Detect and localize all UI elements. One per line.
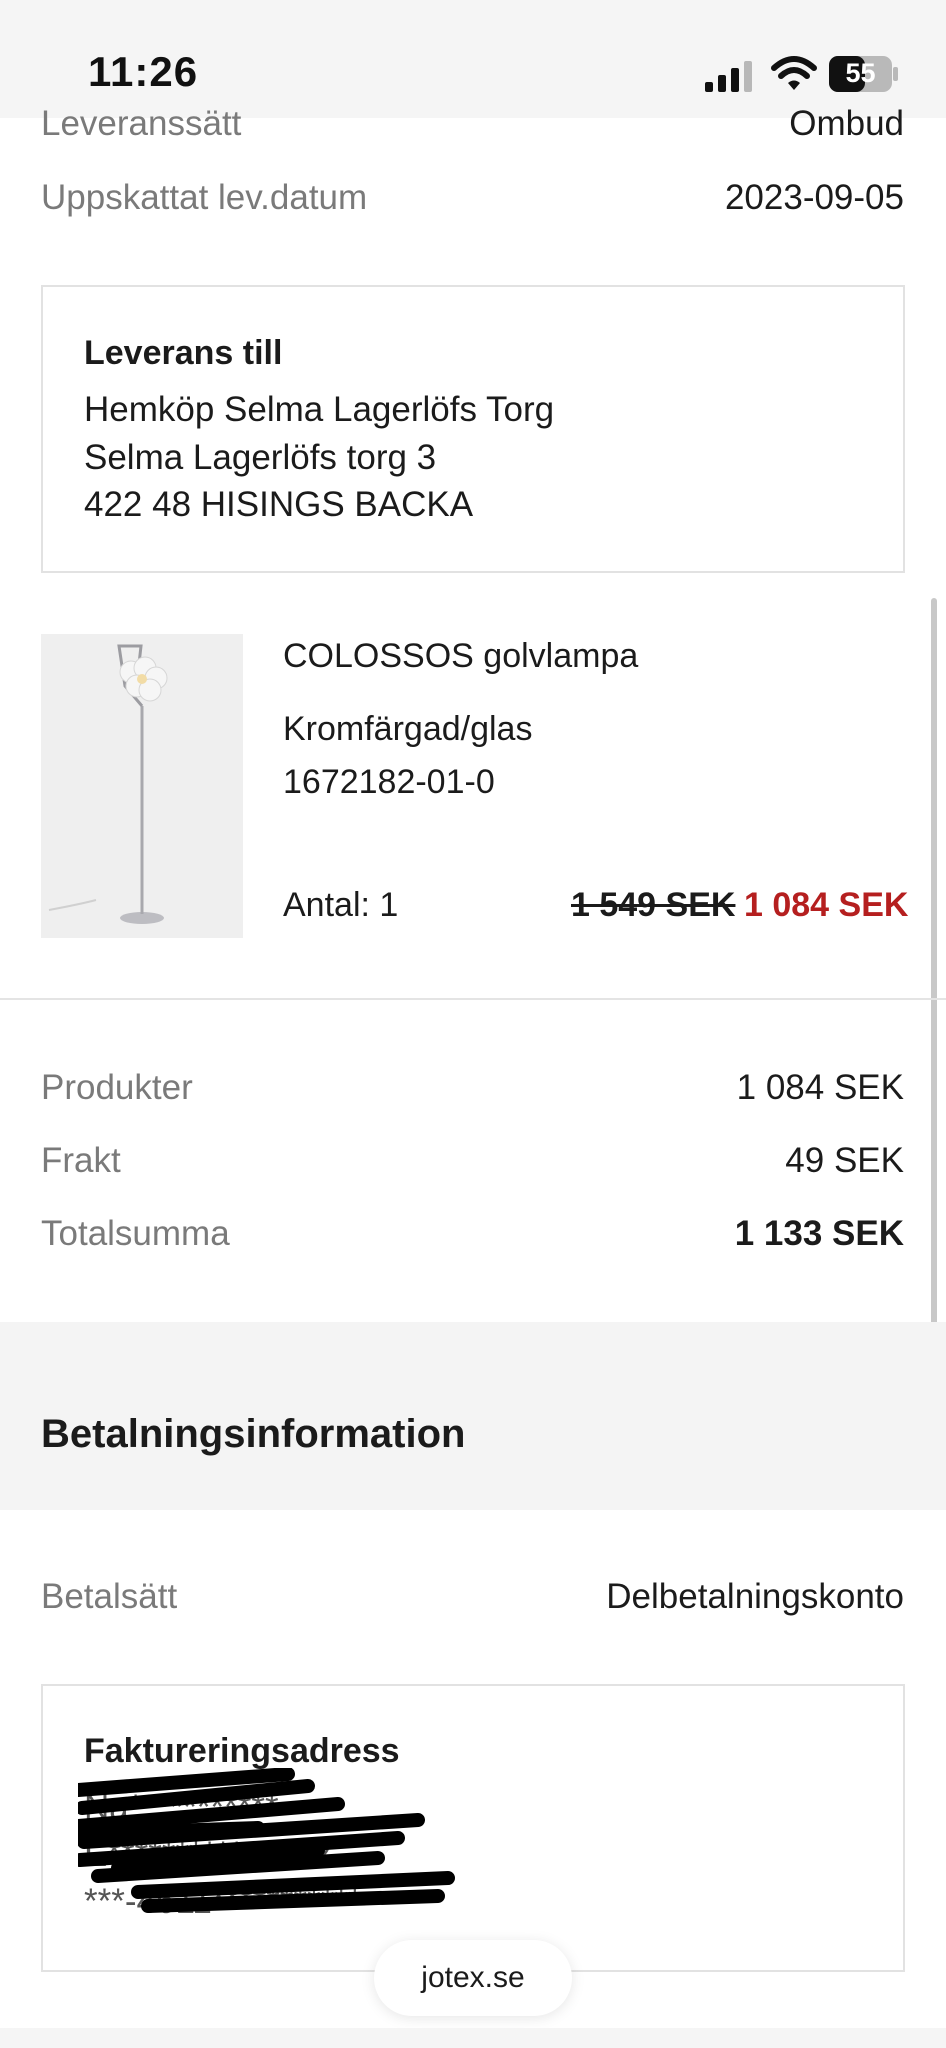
delivery-line-3: 422 48 HISINGS BACKA — [84, 485, 474, 524]
wifi-icon — [771, 56, 817, 90]
battery-icon: 55 — [829, 56, 899, 92]
products-label: Produkter — [41, 1068, 193, 1107]
payment-method-value: Delbetalningskonto — [606, 1577, 904, 1616]
delivery-title: Leverans till — [84, 334, 283, 372]
shipping-method-label: Leveranssätt — [41, 104, 242, 143]
estimated-delivery-label: Uppskattat lev.datum — [41, 178, 368, 217]
shipping-fee-label: Frakt — [41, 1141, 121, 1180]
shipping-fee-value: 49 SEK — [785, 1141, 904, 1180]
payment-method-label: Betalsätt — [41, 1577, 178, 1616]
bottom-bar — [0, 2028, 946, 2048]
shipping-method-value: Ombud — [789, 104, 904, 143]
original-price: 1 549 SEK — [571, 886, 736, 924]
product-name[interactable]: COLOSSOS golvlampa — [283, 637, 638, 676]
sale-price: 1 084 SEK — [744, 886, 909, 924]
products-value: 1 084 SEK — [736, 1068, 904, 1107]
total-value: 1 133 SEK — [734, 1214, 904, 1253]
url-bar[interactable]: jotex.se — [374, 1940, 572, 2016]
redaction-scribble — [78, 1768, 455, 1913]
delivery-line-2: Selma Lagerlöfs torg 3 — [84, 438, 437, 477]
product-quantity: Antal: 1 — [283, 886, 399, 924]
section-divider — [0, 998, 946, 1000]
battery-level: 55 — [845, 58, 876, 88]
floor-lamp-image[interactable] — [41, 634, 243, 938]
payment-section-title: Betalningsinformation — [41, 1412, 466, 1456]
product-sku: 1672182-01-0 — [283, 763, 495, 801]
product-variant: Kromfärgad/glas — [283, 710, 533, 748]
cellular-signal-icon — [705, 61, 752, 92]
billing-title: Faktureringsadress — [84, 1732, 400, 1770]
delivery-line-1: Hemköp Selma Lagerlöfs Torg — [84, 390, 555, 429]
total-label: Totalsumma — [41, 1214, 230, 1253]
status-time: 11:26 — [88, 48, 199, 95]
estimated-delivery-value: 2023-09-05 — [724, 178, 904, 217]
